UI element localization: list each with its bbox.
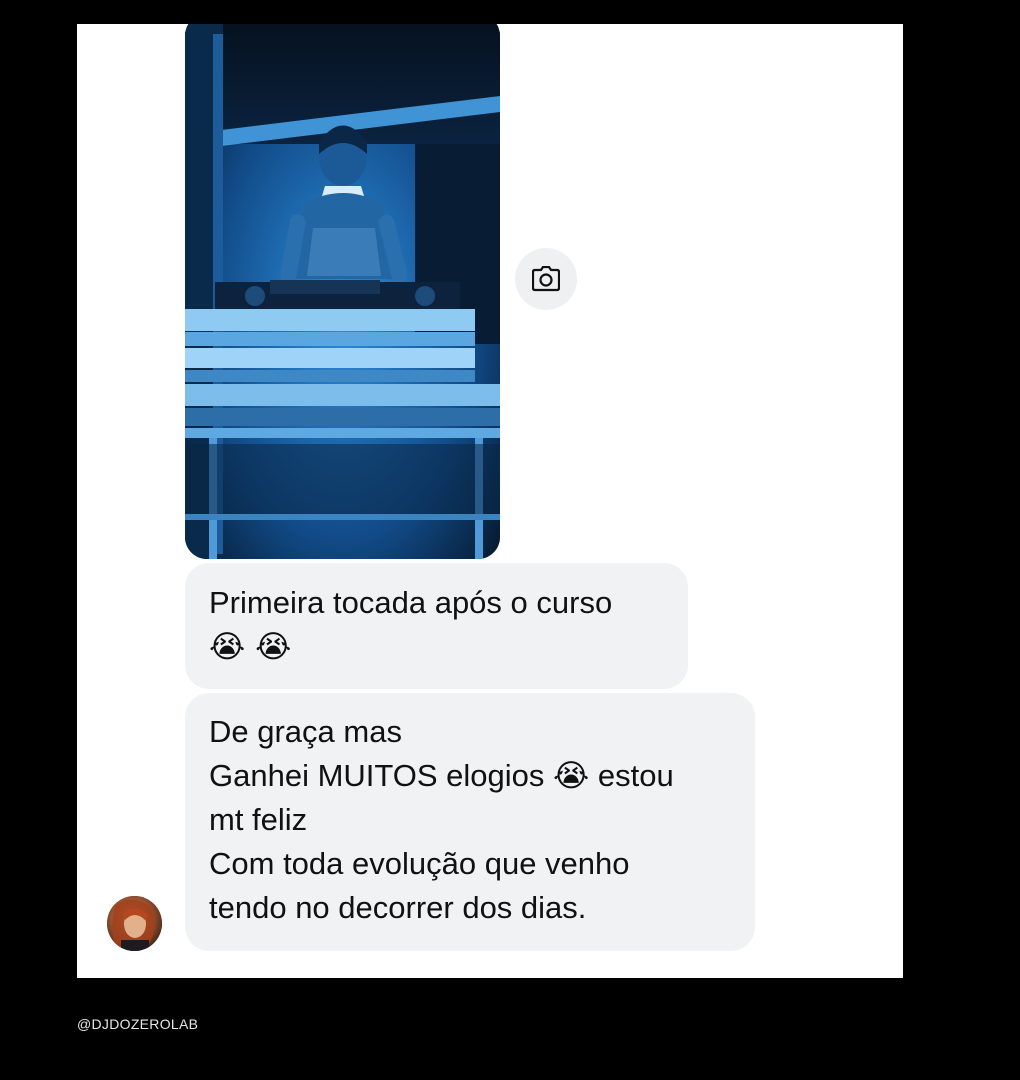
message-line: mt feliz — [209, 802, 308, 837]
message-line: 😭 😭 — [209, 629, 292, 665]
message-line: Primeira tocada após o curso — [209, 585, 613, 620]
message-line: Ganhei MUITOS elogios 😭 estou — [209, 758, 674, 793]
dj-photo — [185, 24, 500, 559]
message-line: tendo no decorrer dos dias. — [209, 890, 587, 925]
chat-window: Primeira tocada após o curso 😭 😭 De graç… — [77, 24, 903, 978]
message-line: De graça mas — [209, 714, 402, 749]
camera-button[interactable] — [515, 248, 577, 310]
photo-message[interactable] — [185, 24, 500, 559]
camera-icon — [532, 266, 560, 292]
message-line: Com toda evolução que venho — [209, 846, 630, 881]
message-bubble[interactable]: Primeira tocada após o curso 😭 😭 — [185, 563, 688, 689]
avatar-image — [107, 896, 162, 951]
message-bubble[interactable]: De graça mas Ganhei MUITOS elogios 😭 est… — [185, 693, 755, 951]
avatar[interactable] — [107, 896, 162, 951]
watermark-handle: @DJDOZEROLAB — [77, 1016, 199, 1032]
